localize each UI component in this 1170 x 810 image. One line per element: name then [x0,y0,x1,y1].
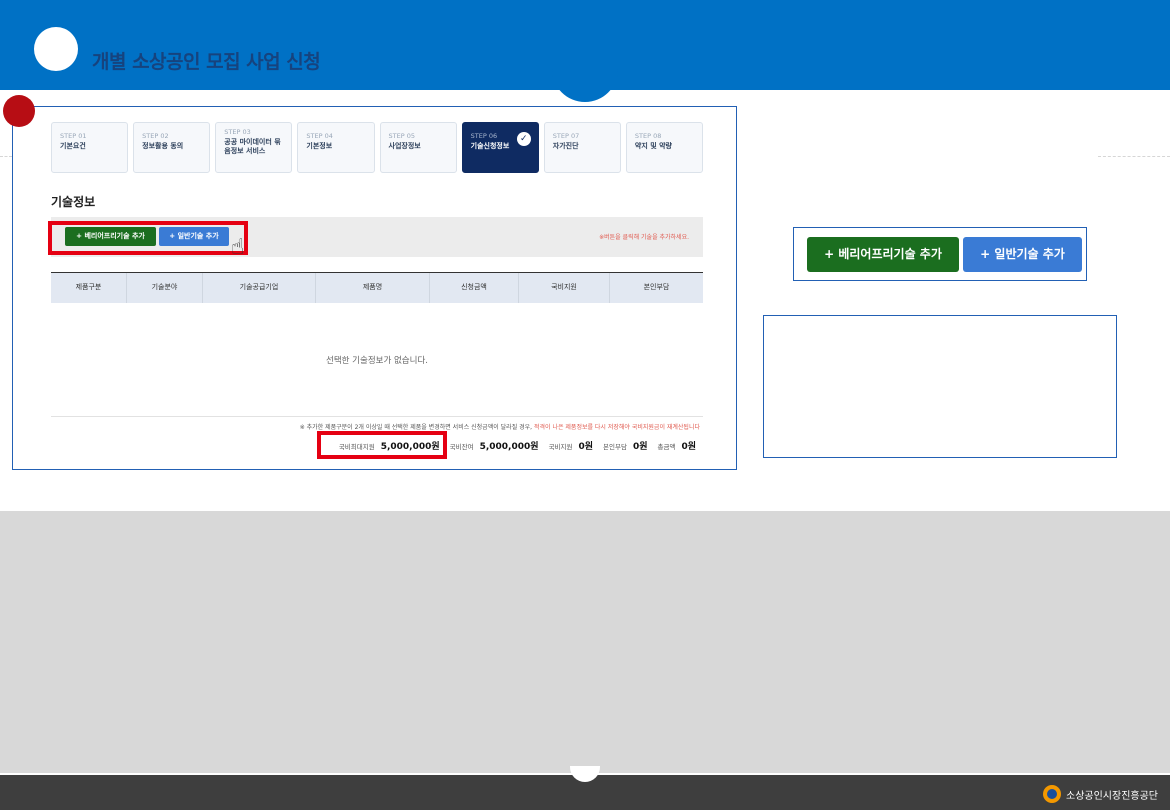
button-hint-text: ※버튼을 클릭해 기술을 추가하세요. [599,234,689,241]
empty-table-message: 선택한 기술정보가 없습니다. [326,356,428,366]
highlight-box-buttons [48,221,248,255]
brand-name: 소상공인시장진흥공단 [1066,790,1158,802]
step-label: 공공 마이데이터 묶음정보 서비스 [224,138,281,155]
zoomed-buttons-callout: + 베리어프리기술 추가 + 일반기술 추가 [793,227,1087,281]
step-01[interactable]: STEP 01 기본요건 [51,122,129,173]
zoomed-barrier-free-tech-button[interactable]: + 베리어프리기술 추가 [807,237,959,272]
step-02[interactable]: STEP 02 정보활용 동의 [133,122,211,173]
step-label: 사업장정보 [388,142,421,150]
step-number: STEP 05 [388,132,415,140]
column-header: 제품구분 [51,273,127,303]
column-header: 제품명 [316,273,430,303]
application-screenshot: STEP 01 기본요건 STEP 02 정보활용 동의 STEP 03 공공 마이데… [12,106,737,470]
description-box [763,315,1117,458]
pointer-hand-icon: ☝ [231,235,245,260]
divider-left [0,156,12,157]
tech-table-header: 제품구분 기술분야 기술공급기업 제품명 신청금액 국비지원 본인부담 [51,272,703,303]
step-label: 정보활용 동의 [142,142,184,150]
self-pay-total: 본인부담 0원 [603,439,647,452]
step-number: STEP 08 [634,132,662,140]
brand-logo-icon [1043,785,1061,803]
step-label: 자가진단 [552,142,579,150]
column-header: 기술분야 [127,273,203,303]
recalculation-footnote: ※ 추가한 제품구분이 2개 이상일 때 선택한 제품을 변경하면 서비스 신청… [300,422,700,431]
balance-total: 국비잔여 5,000,000원 [450,439,539,452]
step-03[interactable]: STEP 03 공공 마이데이터 묶음정보 서비스 [215,122,293,173]
footer-brand: 소상공인시장진흥공단 [1043,785,1158,803]
header-circle-badge [34,27,78,71]
section-title: 기술정보 [51,195,96,209]
gray-content-area [0,511,1170,773]
self-pay-label: 본인부담 [603,443,627,451]
gov-support-label: 국비지원 [548,443,573,451]
highlight-box-max-support [317,431,447,459]
divider-right [1098,156,1170,157]
step-label: 기본요건 [60,142,86,150]
step-05[interactable]: STEP 05 사업장정보 [379,122,457,173]
self-pay-value: 0원 [632,442,648,452]
zoomed-general-tech-button[interactable]: + 일반기술 추가 [963,237,1082,272]
column-header: 기술공급기업 [203,273,316,303]
step-number: STEP 03 [224,128,251,136]
gov-support-value: 0원 [578,442,594,452]
page-title: 개별 소상공인 모집 사업 신청 [92,51,321,73]
step-08[interactable]: STEP 08 약지 및 약량 [625,122,703,173]
balance-label: 국비잔여 [449,443,474,451]
step-06-active[interactable]: STEP 06 기술신청정보 ✓ [461,122,539,173]
balance-value: 5,000,000원 [479,442,539,452]
step-marker-dot [3,95,35,127]
header-tab-bump [552,62,618,102]
footnote-text: ※ 추가한 제품구분이 2개 이상일 때 선택한 제품을 변경하면 서비스 신청… [299,424,534,431]
gov-support-total: 국비지원 0원 [549,439,593,452]
step-number: STEP 01 [60,132,87,140]
step-label: 약지 및 약량 [634,142,672,150]
step-04[interactable]: STEP 04 기본정보 [297,122,375,173]
step-07[interactable]: STEP 07 자가진단 [543,122,621,173]
check-icon: ✓ [516,132,531,146]
step-label: 기본정보 [306,142,333,150]
column-header: 신청금액 [430,273,519,303]
table-bottom-divider [51,416,703,417]
step-number: STEP 04 [306,132,333,140]
step-indicator: STEP 01 기본요건 STEP 02 정보활용 동의 STEP 03 공공 마이데… [51,122,703,173]
grand-total: 총금액 0원 [658,439,697,452]
step-number: STEP 02 [142,132,169,140]
grand-total-value: 0원 [681,442,696,452]
footnote-warning: 적격이 나은 제품정보를 다시 저장해야 국비지원금이 재계산됩니다 [533,424,700,431]
column-header: 본인부담 [643,283,670,291]
step-number: STEP 07 [552,132,580,140]
grand-total-label: 총금액 [657,443,676,451]
column-header: 국비지원 [519,273,610,303]
